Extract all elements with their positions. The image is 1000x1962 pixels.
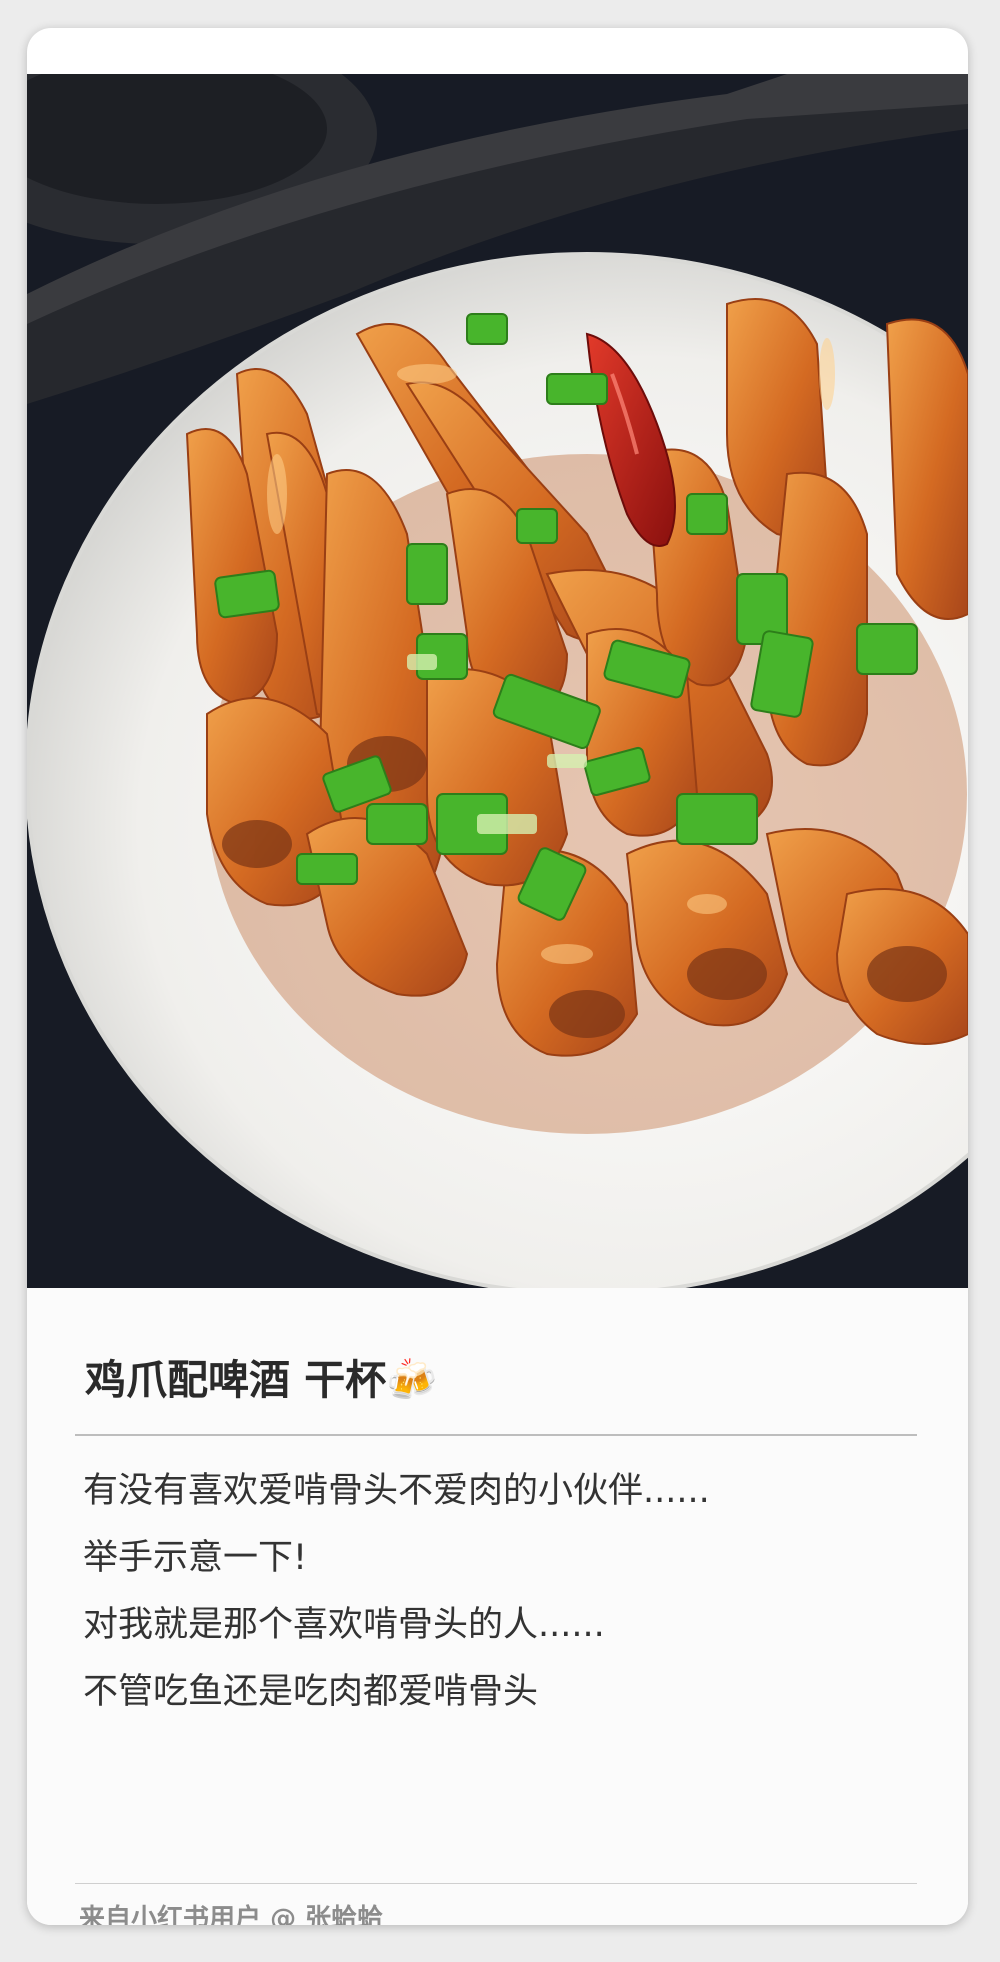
post-body: 有没有喜欢爱啃骨头不爱肉的小伙伴...... 举手示意一下! 对我就是那个喜欢啃… <box>83 1466 710 1734</box>
author-link[interactable]: @ 张蛤蛤 <box>270 1904 383 1925</box>
post-card: 鸡爪配啤酒 干杯🍻 有没有喜欢爱啃骨头不爱肉的小伙伴...... 举手示意一下!… <box>27 28 968 1925</box>
title-divider <box>75 1434 917 1436</box>
post-body-line: 有没有喜欢爱啃骨头不爱肉的小伙伴...... <box>83 1471 710 1511</box>
braised-chicken-feet-image <box>27 74 968 1288</box>
source-label: 来自小红书用户 <box>79 1904 262 1925</box>
food-photo[interactable] <box>27 74 968 1288</box>
post-body-line: 对我就是那个喜欢啃骨头的人...... <box>83 1605 605 1645</box>
post-content: 鸡爪配啤酒 干杯🍻 有没有喜欢爱啃骨头不爱肉的小伙伴...... 举手示意一下!… <box>27 1288 968 1925</box>
source-footer: 来自小红书用户 @ 张蛤蛤 <box>79 1898 383 1925</box>
footer-divider <box>75 1883 917 1884</box>
post-title: 鸡爪配啤酒 干杯🍻 <box>85 1356 438 1404</box>
post-body-line: 不管吃鱼还是吃肉都爱啃骨头 <box>83 1672 539 1712</box>
post-body-line: 举手示意一下! <box>83 1538 308 1578</box>
